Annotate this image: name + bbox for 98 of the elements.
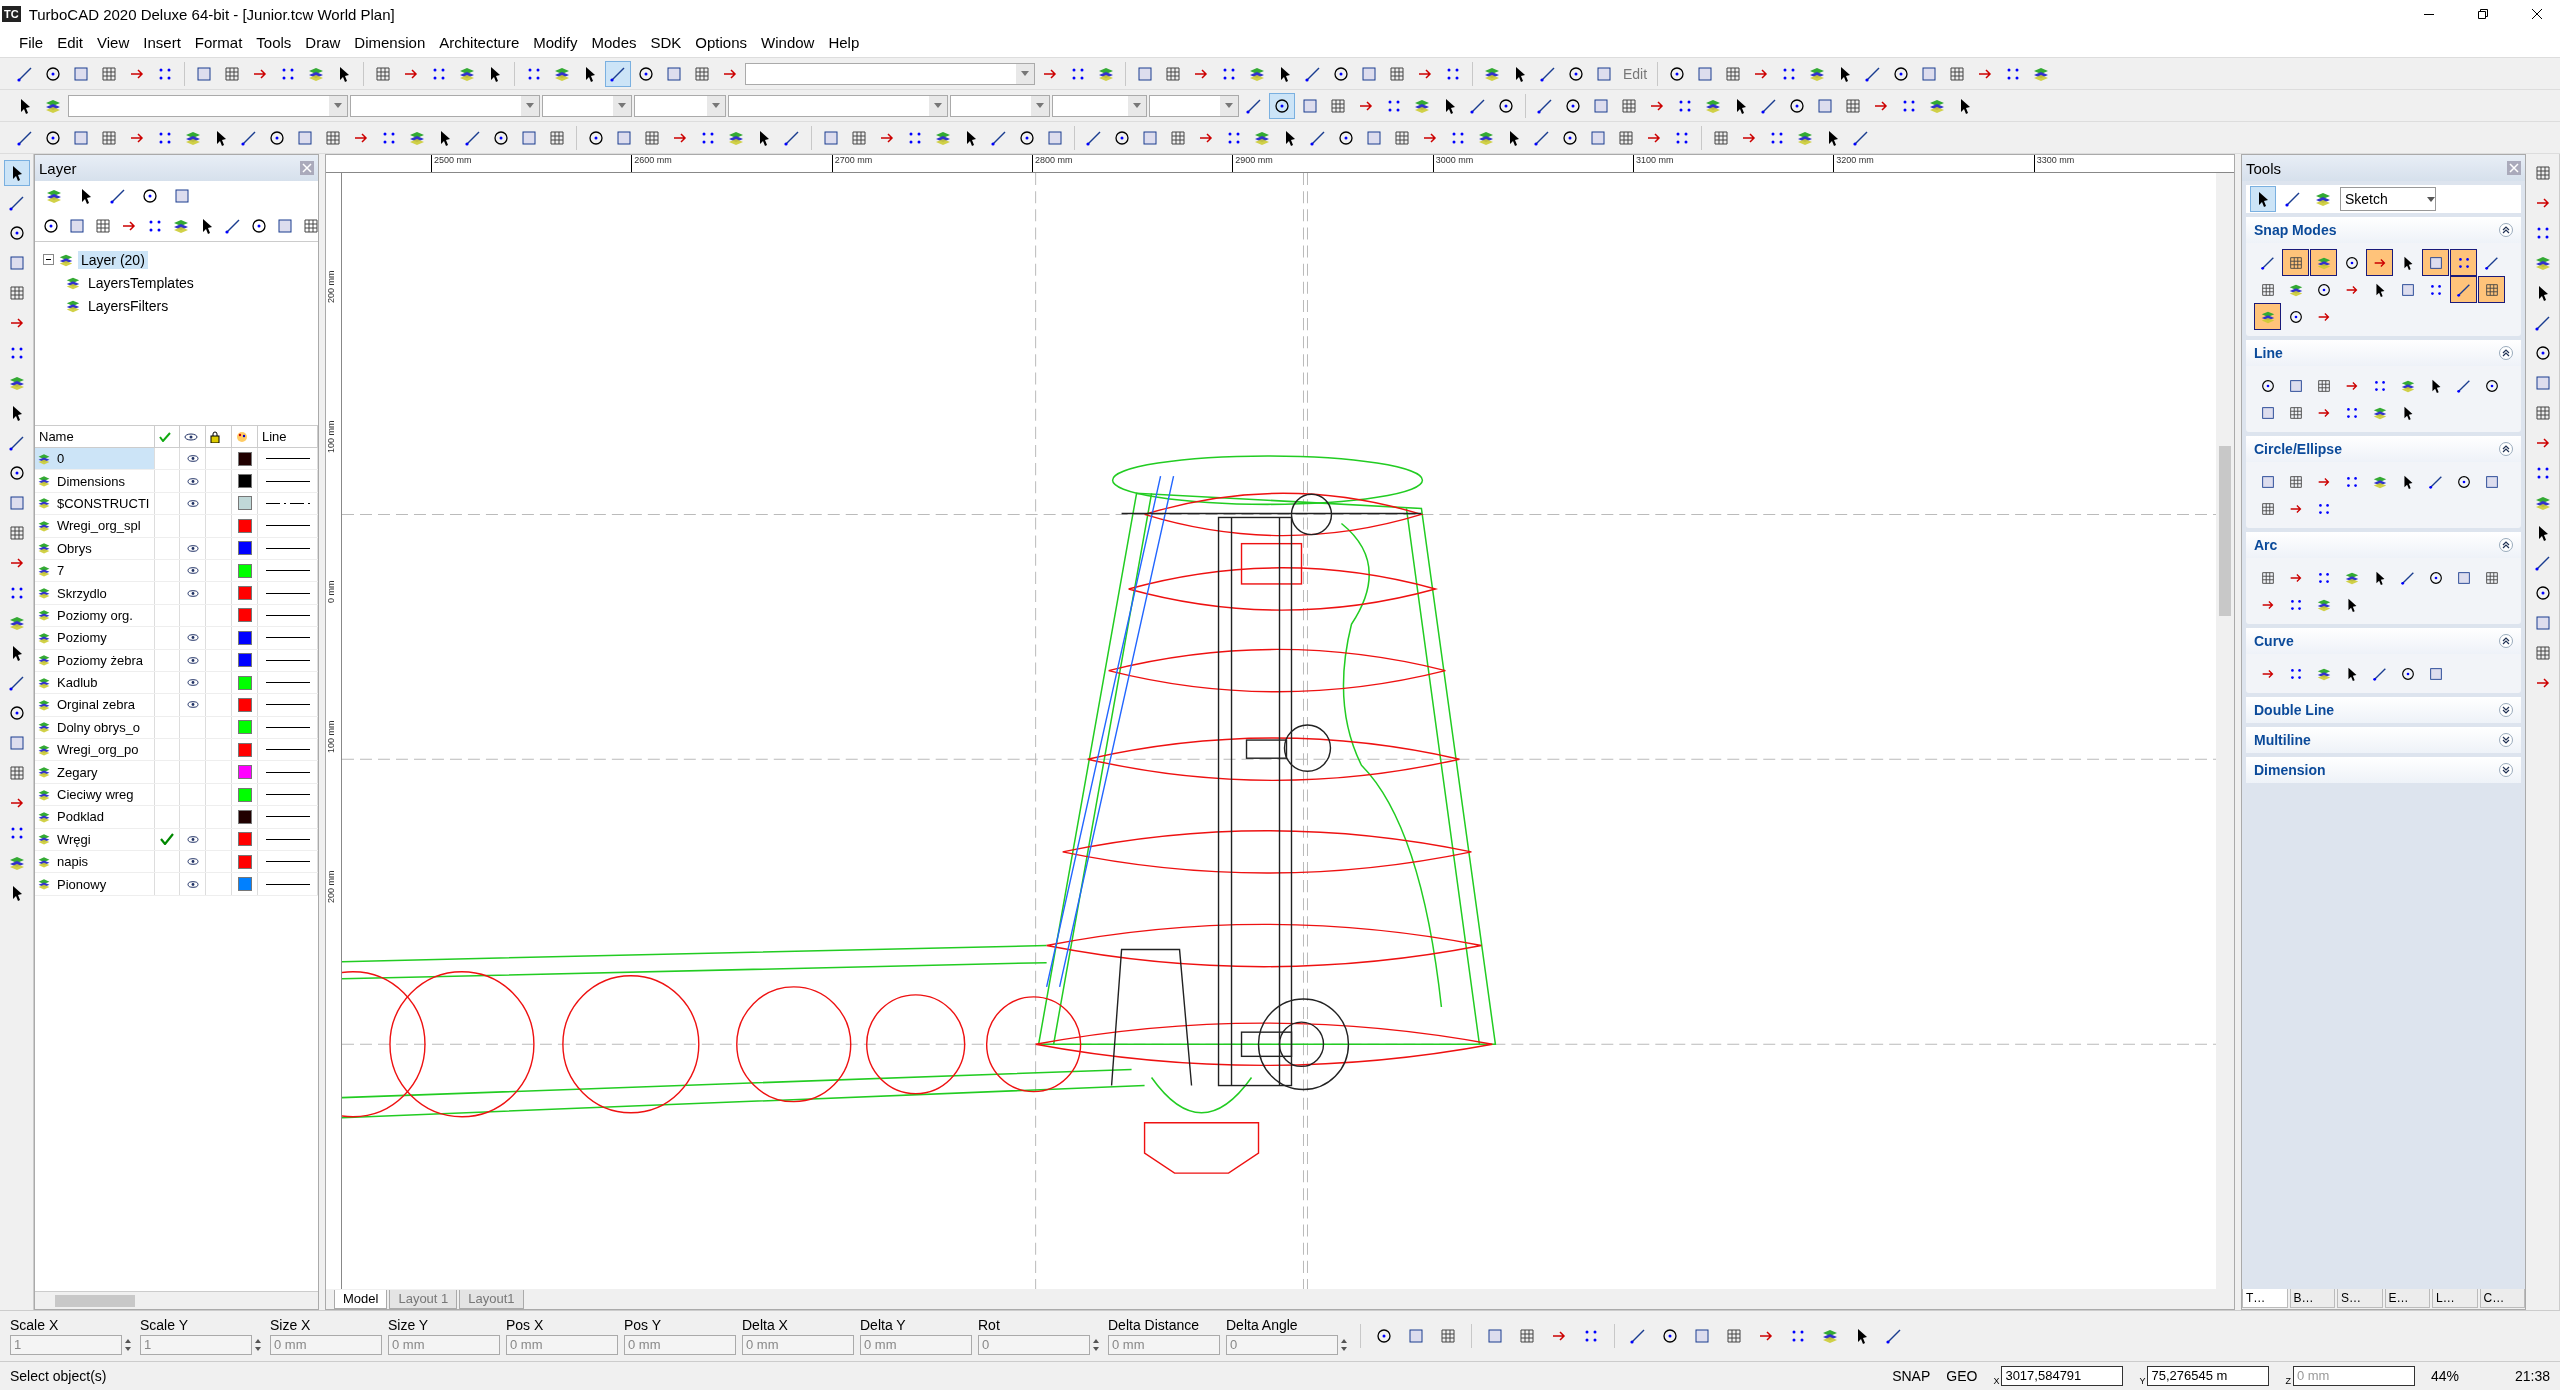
menu-item[interactable]: Edit <box>52 31 89 54</box>
menu-item[interactable]: Modify <box>528 31 583 54</box>
layer-name[interactable]: Dolny obrys_o <box>57 719 141 735</box>
status-flag[interactable]: SNAP <box>1892 1368 1931 1384</box>
palette-tab[interactable]: C… <box>2479 1289 2525 1308</box>
ruler-label: 0 mm <box>326 579 337 603</box>
layout-tab[interactable]: Layout 1 <box>389 1289 458 1309</box>
layout-tab[interactable]: Layout1 <box>459 1289 524 1309</box>
column-header[interactable]: Line <box>258 426 318 447</box>
clock-time: 21:38 <box>2514 1368 2550 1384</box>
column-header[interactable]: Name <box>35 426 155 447</box>
tree-item[interactable]: Layer (20) <box>78 250 148 269</box>
coordinate-field[interactable]: 75,276545 m <box>2147 1366 2270 1386</box>
layer-name[interactable]: Zegary <box>57 764 98 780</box>
ruler-label: 3000 mm <box>1432 155 1633 172</box>
section-header[interactable]: Circle/Ellipse <box>2246 436 2521 462</box>
layer-name[interactable]: Kadlub <box>57 675 98 691</box>
ruler-label: 200 mm <box>326 269 337 303</box>
field-label: Delta X <box>742 1317 789 1333</box>
layer-name[interactable]: Pionowy <box>57 876 107 892</box>
layer-name[interactable]: Orginal zebra <box>57 697 136 713</box>
layer-name[interactable]: Podklad <box>57 809 104 825</box>
menu-item[interactable]: Help <box>823 31 865 54</box>
status-flag[interactable]: GEO <box>1946 1368 1978 1384</box>
layer-name[interactable]: Poziomy <box>57 630 107 646</box>
field-label: Size Y <box>388 1317 430 1333</box>
layer-name[interactable]: Wręgi <box>57 831 91 847</box>
tree-item[interactable]: LayersTemplates <box>85 273 197 292</box>
ruler-label: 2700 mm <box>831 155 1032 172</box>
palette-tab[interactable]: E… <box>2384 1289 2430 1308</box>
panel-title: Layer <box>39 159 78 177</box>
layer-name[interactable]: napis <box>57 854 89 870</box>
layer-name[interactable]: 0 <box>57 451 65 467</box>
zoom-level: 44% <box>2430 1368 2459 1384</box>
field-label: Pos Y <box>624 1317 663 1333</box>
field-label: Delta Distance <box>1108 1317 1201 1333</box>
menu-item[interactable]: Architecture <box>434 31 525 54</box>
layer-name[interactable]: Obrys <box>57 540 92 556</box>
ruler-label: 2500 mm <box>431 155 632 172</box>
ruler-label: 2800 mm <box>1032 155 1233 172</box>
menu-item[interactable]: View <box>92 31 135 54</box>
mode-select[interactable]: Sketch <box>2340 187 2436 211</box>
ruler-label: 3200 mm <box>1833 155 2034 172</box>
field-label: Pos X <box>506 1317 545 1333</box>
field-label: Delta Y <box>860 1317 907 1333</box>
layer-name[interactable]: Poziomy żebra <box>57 652 143 668</box>
menu-item[interactable]: File <box>14 31 49 54</box>
ruler-label: 3300 mm <box>2033 155 2234 172</box>
ruler-label: 2600 mm <box>631 155 832 172</box>
layer-name[interactable]: 7 <box>57 563 65 579</box>
section-header[interactable]: Multiline <box>2246 727 2521 753</box>
ruler-label: 200 mm <box>326 869 337 903</box>
menu-item[interactable]: SDK <box>645 31 687 54</box>
section-header[interactable]: Arc <box>2246 532 2521 558</box>
section-header[interactable]: Curve <box>2246 628 2521 654</box>
status-message: Select object(s) <box>10 1368 107 1384</box>
layer-name[interactable]: Dimensions <box>57 473 125 489</box>
menu-item[interactable]: Dimension <box>349 31 431 54</box>
panel-title: Tools <box>2246 159 2283 177</box>
field-label: Scale Y <box>140 1317 189 1333</box>
palette-tab[interactable]: T… <box>2242 1289 2288 1308</box>
layer-name[interactable]: Wregi_org_po <box>57 742 139 758</box>
menu-item[interactable]: Format <box>189 31 248 54</box>
menu-item[interactable]: Draw <box>300 31 346 54</box>
ruler-label: 100 mm <box>326 719 337 753</box>
section-header[interactable]: Dimension <box>2246 757 2521 783</box>
layer-name[interactable]: Cieciwy wreg <box>57 787 134 803</box>
ruler-label: 2900 mm <box>1232 155 1433 172</box>
menu-item[interactable]: Tools <box>251 31 297 54</box>
axis-label: Y <box>2139 1376 2146 1386</box>
layer-name[interactable]: Poziomy org. <box>57 607 133 623</box>
tree-item[interactable]: LayersFilters <box>85 296 172 315</box>
menu-item[interactable]: Insert <box>138 31 186 54</box>
ruler-label: 3100 mm <box>1632 155 1834 172</box>
layer-name[interactable]: $CONSTRUCTI <box>57 495 150 511</box>
layout-tab[interactable]: Model <box>334 1289 388 1309</box>
menu-item[interactable]: Window <box>756 31 820 54</box>
app-logo: TC <box>2 6 21 22</box>
menu-item[interactable]: Options <box>690 31 753 54</box>
section-header[interactable]: Double Line <box>2246 697 2521 723</box>
field-label: Size X <box>270 1317 312 1333</box>
edit-button[interactable]: Edit <box>1619 65 1652 82</box>
section-header[interactable]: Snap Modes <box>2246 217 2521 243</box>
field-label: Scale X <box>10 1317 60 1333</box>
layer-name[interactable]: Skrzydlo <box>57 585 107 601</box>
coordinate-field[interactable]: 3017,584791 <box>2001 1366 2124 1386</box>
axis-label: Z <box>2285 1376 2291 1386</box>
palette-tab[interactable]: S… <box>2337 1289 2383 1308</box>
window-title: TurboCAD 2020 Deluxe 64-bit - [Junior.tcw World Plan] <box>28 5 396 23</box>
palette-tab[interactable]: L… <box>2432 1289 2478 1308</box>
axis-label: X <box>1993 1376 2000 1386</box>
ruler-label: 100 mm <box>326 419 337 453</box>
field-label: Rot <box>978 1317 1001 1333</box>
palette-tab[interactable]: B… <box>2289 1289 2335 1308</box>
field-label: Delta Angle <box>1226 1317 1299 1333</box>
layer-name[interactable]: Wregi_org_spl <box>57 518 141 534</box>
section-header[interactable]: Line <box>2246 340 2521 366</box>
menu-item[interactable]: Modes <box>586 31 642 54</box>
